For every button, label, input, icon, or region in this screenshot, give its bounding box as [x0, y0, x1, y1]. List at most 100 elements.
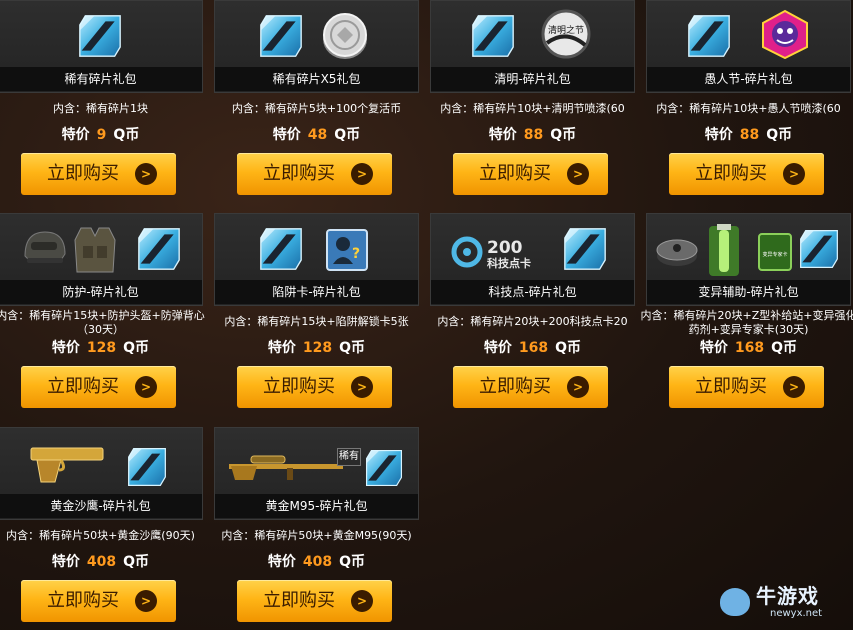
- price-label: 特价: [272, 127, 301, 143]
- shard-icon: [687, 13, 731, 59]
- buy-button-label: 立即购买: [263, 163, 335, 184]
- price-label: 特价: [704, 127, 733, 143]
- expert-card-text: 变异专家卡: [762, 251, 787, 258]
- price-value: 88: [523, 127, 544, 143]
- buy-button-label: 立即购买: [47, 590, 119, 611]
- currency-label: Q币: [555, 340, 582, 356]
- chevron-right-icon: >: [135, 163, 157, 185]
- tech-point-caption: 科技点卡: [487, 256, 531, 270]
- price-label: 特价: [51, 554, 80, 570]
- mutation-expert-card-icon: 变异专家卡: [758, 233, 792, 271]
- card-title: 黄金沙鹰-碎片礼包: [0, 494, 202, 518]
- shard-icon: [563, 226, 607, 272]
- card-description: 内含：稀有碎片15块+防护头盔+防弹背心（30天）: [0, 309, 205, 336]
- card-description: 内含：稀有碎片50块+黄金沙鹰(90天): [6, 529, 195, 542]
- currency-label: Q币: [113, 127, 140, 143]
- revive-coin-icon: [323, 13, 367, 59]
- golden-m95-rifle-icon: [229, 455, 343, 480]
- chevron-right-icon: >: [351, 163, 373, 185]
- price-line: 特价 9 Q币: [0, 125, 203, 145]
- price-value: 168: [734, 340, 765, 356]
- buy-button-label: 立即购买: [263, 590, 335, 611]
- buy-now-button[interactable]: 立即购买 >: [669, 153, 824, 195]
- trap-unlock-card-icon: ?: [326, 229, 368, 271]
- buy-now-button[interactable]: 立即购买 >: [453, 366, 608, 408]
- price-line: 特价 408 Q币: [0, 552, 203, 572]
- price-label: 特价: [267, 340, 296, 356]
- currency-label: Q币: [766, 127, 793, 143]
- card-title: 变异辅助-碎片礼包: [647, 280, 850, 304]
- buy-button-label: 立即购买: [479, 163, 551, 184]
- qingming-text: 清明之节: [548, 24, 584, 36]
- tech-point-card-icon: 200 科技点卡: [451, 236, 531, 270]
- card-title: 稀有碎片礼包: [0, 67, 202, 91]
- currency-label: Q币: [550, 127, 577, 143]
- chevron-right-icon: >: [567, 376, 589, 398]
- shard-icon: [137, 226, 181, 272]
- buy-now-button[interactable]: 立即购买 >: [669, 366, 824, 408]
- qingming-spray-icon: 清明之节: [541, 9, 591, 59]
- shard-icon: [799, 228, 839, 270]
- chevron-right-icon: >: [567, 163, 589, 185]
- price-value: 128: [302, 340, 333, 356]
- price-label: 特价: [699, 340, 728, 356]
- currency-label: Q币: [771, 340, 798, 356]
- chevron-right-icon: >: [135, 590, 157, 612]
- price-line: 特价 168 Q币: [430, 338, 635, 358]
- card-title: 稀有碎片X5礼包: [215, 67, 418, 91]
- price-line: 特价 48 Q币: [214, 125, 419, 145]
- shard-icon: [471, 13, 515, 59]
- buy-button-label: 立即购买: [695, 376, 767, 397]
- chevron-right-icon: >: [351, 590, 373, 612]
- mascot-icon: [720, 588, 750, 616]
- chevron-right-icon: >: [351, 376, 373, 398]
- mutation-potion-icon: [709, 224, 739, 276]
- currency-label: Q币: [334, 127, 361, 143]
- card-description: 内含：稀有碎片1块: [53, 102, 148, 115]
- price-line: 特价 168 Q币: [646, 338, 851, 358]
- rare-tag: 稀有: [337, 448, 361, 466]
- chevron-right-icon: >: [135, 376, 157, 398]
- price-value: 9: [96, 127, 107, 143]
- currency-label: Q币: [339, 554, 366, 570]
- price-line: 特价 88 Q币: [646, 125, 851, 145]
- price-value: 408: [302, 554, 333, 570]
- shard-icon: [259, 13, 303, 59]
- card-description: 内含：稀有碎片5块+100个复活币: [231, 102, 402, 115]
- card-title: 科技点-碎片礼包: [431, 280, 634, 304]
- price-line: 特价 128 Q币: [214, 338, 419, 358]
- buy-now-button[interactable]: 立即购买 >: [237, 366, 392, 408]
- price-label: 特价: [51, 340, 80, 356]
- vest-icon: [74, 227, 116, 273]
- buy-now-button[interactable]: 立即购买 >: [237, 580, 392, 622]
- card-title: 陷阱卡-碎片礼包: [215, 280, 418, 304]
- buy-now-button[interactable]: 立即购买 >: [21, 366, 176, 408]
- card-description: 内含：稀有碎片50块+黄金M95(90天): [221, 529, 412, 542]
- price-line: 特价 128 Q币: [0, 338, 203, 358]
- card-title: 清明-碎片礼包: [431, 67, 634, 91]
- price-value: 168: [518, 340, 549, 356]
- svg-text:?: ?: [352, 246, 360, 262]
- card-title: 黄金M95-碎片礼包: [215, 494, 418, 518]
- buy-button-label: 立即购买: [47, 376, 119, 397]
- card-description: 内含：稀有碎片10块+清明节喷漆(60: [440, 102, 625, 115]
- price-value: 408: [86, 554, 117, 570]
- watermark-url: newyx.net: [770, 608, 823, 619]
- tech-point-number: 200: [487, 238, 523, 258]
- shard-icon: [365, 448, 403, 488]
- buy-now-button[interactable]: 立即购买 >: [237, 153, 392, 195]
- shard-icon: [127, 446, 167, 488]
- price-line: 特价 88 Q币: [430, 125, 635, 145]
- site-watermark: 牛游戏 newyx.net: [720, 584, 845, 624]
- price-label: 特价: [488, 127, 517, 143]
- card-title: 愚人节-碎片礼包: [647, 67, 850, 91]
- buy-button-label: 立即购买: [47, 163, 119, 184]
- card-description: 内含：稀有碎片20块+Z型补给站+变异强化药剂+变异专家卡(30天): [640, 309, 853, 336]
- chevron-right-icon: >: [783, 163, 805, 185]
- buy-now-button[interactable]: 立即购买 >: [21, 580, 176, 622]
- watermark-name: 牛游戏: [756, 584, 819, 608]
- currency-label: Q币: [123, 554, 150, 570]
- buy-now-button[interactable]: 立即购买 >: [453, 153, 608, 195]
- helmet-icon: [24, 231, 66, 263]
- buy-now-button[interactable]: 立即购买 >: [21, 153, 176, 195]
